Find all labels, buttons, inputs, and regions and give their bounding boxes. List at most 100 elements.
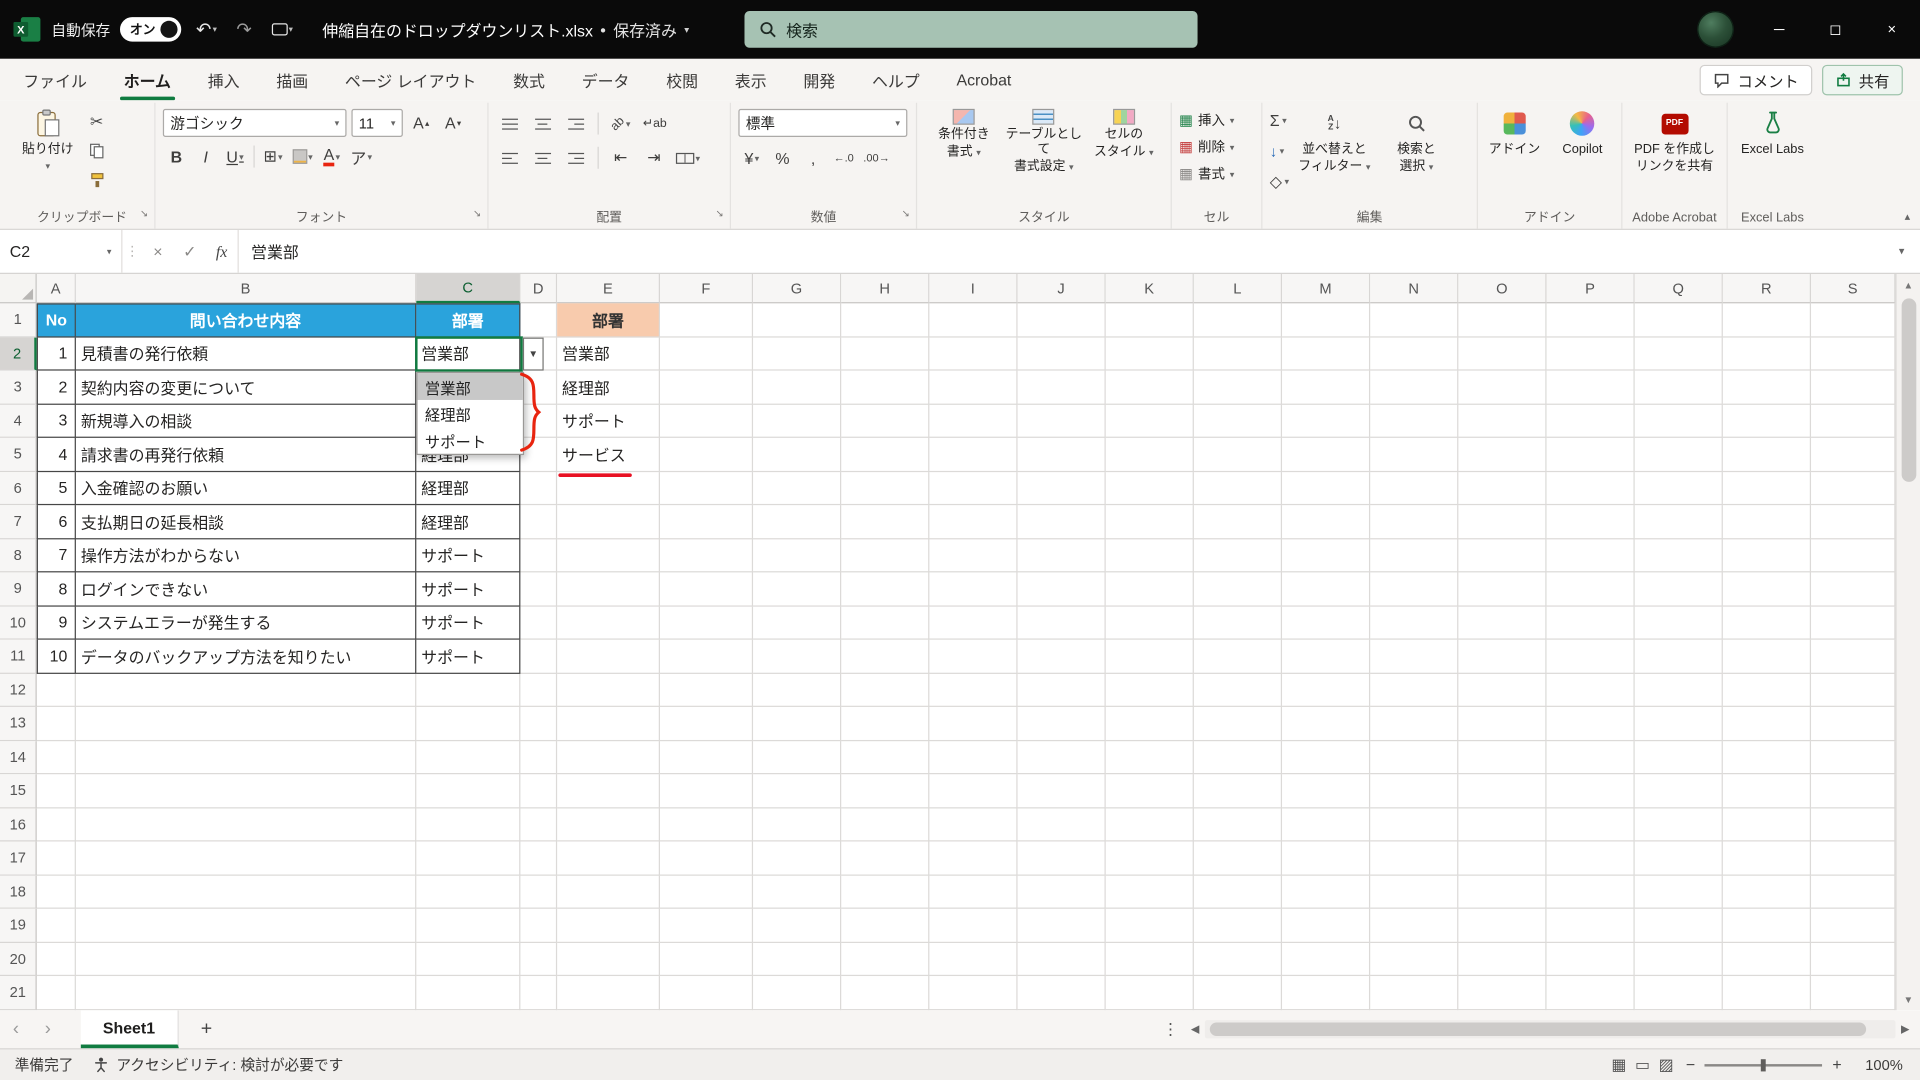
cell-H14[interactable] (841, 740, 930, 775)
formula-input[interactable]: 営業部 (237, 229, 1884, 273)
cell-A2[interactable]: 1 (36, 336, 76, 371)
cell-J5[interactable] (1017, 437, 1106, 472)
cell-J21[interactable] (1017, 976, 1106, 1010)
row-header-10[interactable]: 10 (0, 606, 37, 640)
cell-O17[interactable] (1458, 841, 1547, 876)
cell-O5[interactable] (1458, 437, 1547, 472)
cell-H4[interactable] (841, 404, 930, 438)
column-header-S[interactable]: S (1811, 273, 1896, 304)
cell-E1[interactable]: 部署 (557, 303, 661, 337)
page-break-view-icon[interactable]: ▨ (1659, 1055, 1674, 1075)
cell-D8[interactable] (520, 538, 558, 573)
ribbon-tab[interactable]: 数式 (495, 59, 564, 101)
cell-B17[interactable] (75, 841, 417, 876)
cell-R19[interactable] (1722, 908, 1812, 943)
cell-L3[interactable] (1193, 370, 1283, 405)
ribbon-tab[interactable]: データ (563, 59, 648, 101)
horizontal-scrollbar[interactable]: ◀ ▶ (1185, 1010, 1920, 1048)
cell-P12[interactable] (1546, 673, 1635, 707)
cell-I21[interactable] (929, 976, 1018, 1010)
cell-H15[interactable] (841, 774, 930, 808)
align-left-button[interactable] (496, 144, 523, 171)
cell-S1[interactable] (1811, 303, 1896, 337)
cell-K8[interactable] (1105, 538, 1194, 573)
copilot-button[interactable]: Copilot (1551, 103, 1614, 157)
cell-O14[interactable] (1458, 740, 1547, 775)
cell-G7[interactable] (753, 505, 842, 539)
cell-A12[interactable] (36, 673, 76, 707)
row-header-9[interactable]: 9 (0, 572, 37, 607)
cell-K19[interactable] (1105, 908, 1194, 943)
minimize-button[interactable]: ─ (1751, 0, 1807, 59)
cell-S20[interactable] (1811, 942, 1896, 977)
cell-P18[interactable] (1546, 875, 1635, 909)
cell-O9[interactable] (1458, 572, 1547, 607)
cell-J6[interactable] (1017, 471, 1106, 506)
cell-K18[interactable] (1105, 875, 1194, 909)
ribbon-tab[interactable]: ファイル (5, 59, 105, 101)
ribbon-tab[interactable]: Acrobat (938, 59, 1030, 101)
cell-S2[interactable] (1811, 336, 1896, 371)
cell-K12[interactable] (1105, 673, 1194, 707)
cell-B11[interactable]: データのバックアップ方法を知りたい (75, 639, 417, 674)
ribbon-tab[interactable]: ヘルプ (854, 59, 939, 101)
cell-H17[interactable] (841, 841, 930, 876)
undo-button[interactable]: ↶ ▾ (191, 18, 222, 41)
cell-I10[interactable] (929, 606, 1018, 640)
cell-L12[interactable] (1193, 673, 1283, 707)
cell-Q3[interactable] (1634, 370, 1723, 405)
cell-N20[interactable] (1370, 942, 1459, 977)
cell-N15[interactable] (1370, 774, 1459, 808)
fill-button[interactable]: ↓ ▾ (1267, 138, 1291, 164)
cell-I6[interactable] (929, 471, 1018, 506)
cell-A1[interactable]: No (36, 303, 76, 337)
name-box[interactable]: C2 ▾ (0, 229, 123, 273)
cell-S21[interactable] (1811, 976, 1896, 1010)
cell-Q18[interactable] (1634, 875, 1723, 909)
cell-E8[interactable] (557, 538, 661, 573)
ribbon-tab[interactable]: 表示 (716, 59, 785, 101)
normal-view-icon[interactable]: ▦ (1611, 1055, 1626, 1075)
zoom-slider[interactable] (1704, 1058, 1823, 1071)
cell-S4[interactable] (1811, 404, 1896, 438)
decrease-font-size-button[interactable]: A ▾ (440, 109, 467, 136)
cell-M4[interactable] (1282, 404, 1371, 438)
column-header-A[interactable]: A (36, 273, 76, 304)
cell-K5[interactable] (1105, 437, 1194, 472)
cell-O3[interactable] (1458, 370, 1547, 405)
ribbon-tab[interactable]: ホーム (105, 59, 189, 101)
sheet-tab-sheet1[interactable]: Sheet1 (80, 1010, 179, 1049)
clear-button[interactable]: ◇ ▾ (1267, 169, 1291, 195)
italic-button[interactable]: I (192, 143, 219, 170)
cell-N9[interactable] (1370, 572, 1459, 607)
cell-G5[interactable] (753, 437, 842, 472)
cell-R12[interactable] (1722, 673, 1812, 707)
share-button[interactable]: 共有 (1822, 64, 1903, 95)
cell-J9[interactable] (1017, 572, 1106, 607)
addins-button[interactable]: アドイン (1485, 103, 1543, 157)
cell-L10[interactable] (1193, 606, 1283, 640)
cell-K11[interactable] (1105, 639, 1194, 674)
cell-H7[interactable] (841, 505, 930, 539)
cell-G2[interactable] (753, 336, 842, 371)
autosum-button[interactable]: Σ ▾ (1267, 108, 1291, 134)
insert-function-button[interactable]: fx (206, 230, 238, 273)
column-header-D[interactable]: D (520, 273, 558, 304)
maximize-button[interactable]: ◻ (1807, 0, 1863, 59)
column-header-O[interactable]: O (1458, 273, 1547, 304)
cell-J15[interactable] (1017, 774, 1106, 808)
cell-B10[interactable]: システムエラーが発生する (75, 606, 417, 640)
cell-L19[interactable] (1193, 908, 1283, 943)
cell-J3[interactable] (1017, 370, 1106, 405)
cell-G6[interactable] (753, 471, 842, 506)
cell-J12[interactable] (1017, 673, 1106, 707)
cell-I20[interactable] (929, 942, 1018, 977)
cell-B18[interactable] (75, 875, 417, 909)
cell-F20[interactable] (660, 942, 754, 977)
cell-R1[interactable] (1722, 303, 1812, 337)
cell-B21[interactable] (75, 976, 417, 1010)
cell-A13[interactable] (36, 706, 76, 741)
zoom-percentage[interactable]: 100% (1854, 1056, 1903, 1073)
cell-I7[interactable] (929, 505, 1018, 539)
cell-B12[interactable] (75, 673, 417, 707)
